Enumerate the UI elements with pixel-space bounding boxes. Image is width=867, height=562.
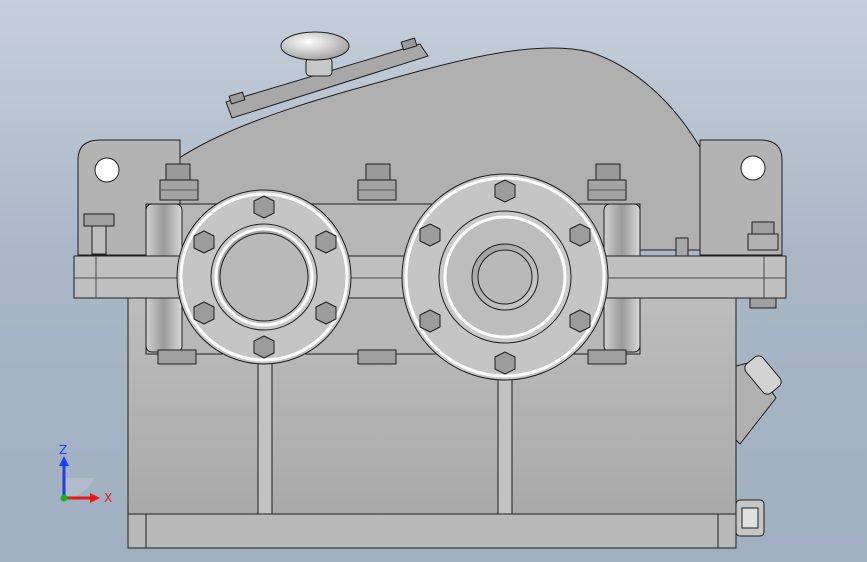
graphics-viewport[interactable]: Z X bbox=[0, 0, 867, 562]
oil-sight-plug bbox=[735, 355, 782, 445]
dipstick-pin bbox=[675, 237, 689, 257]
drain-plug bbox=[735, 499, 765, 537]
breather-cap bbox=[280, 31, 350, 61]
rib-left bbox=[257, 351, 273, 515]
bottom-nut-center bbox=[357, 349, 397, 365]
x-axis-arrowhead bbox=[90, 493, 100, 503]
breather-stem bbox=[305, 57, 333, 77]
x-axis-label: X bbox=[104, 491, 112, 505]
bearing-flange-right bbox=[401, 173, 609, 381]
bottom-nut-left bbox=[157, 349, 197, 365]
gearbox-model[interactable] bbox=[0, 0, 867, 562]
z-axis-arrowhead bbox=[59, 456, 69, 466]
coordinate-triad: Z X bbox=[59, 443, 112, 505]
y-axis-dot bbox=[60, 494, 68, 502]
bottom-nut-right bbox=[587, 349, 627, 365]
z-axis-label: Z bbox=[59, 443, 67, 457]
right-lug-hole bbox=[740, 155, 766, 181]
base-plate bbox=[127, 513, 737, 549]
left-lug-hole bbox=[94, 157, 120, 183]
